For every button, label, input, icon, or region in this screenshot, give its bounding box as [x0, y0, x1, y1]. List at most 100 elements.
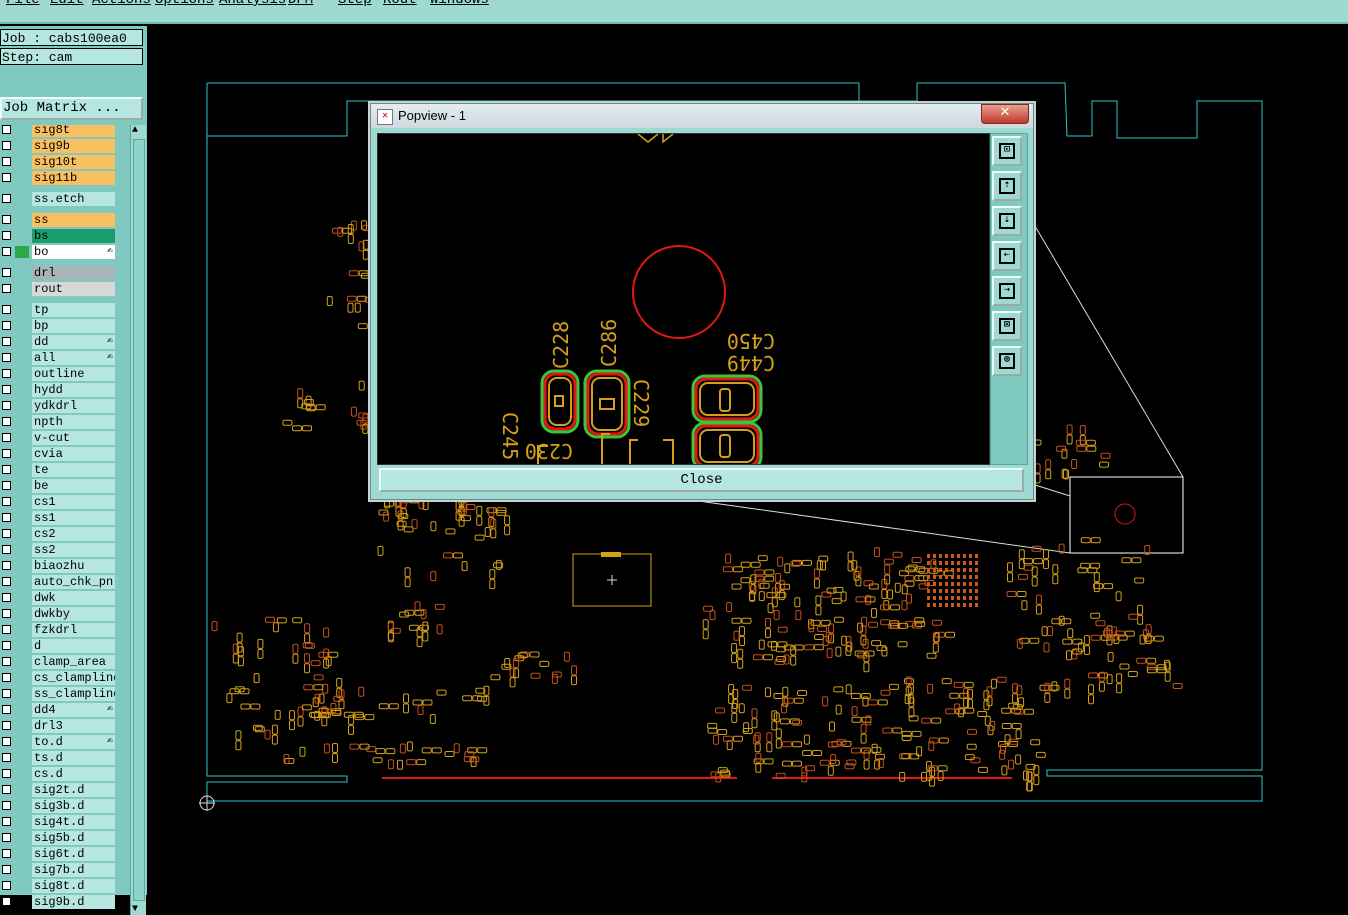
layer-row-drl3[interactable]: drl3: [0, 718, 116, 734]
layer-checkbox[interactable]: [2, 157, 11, 166]
menu-dfm[interactable]: DFM: [288, 0, 313, 8]
layer-row-v-cut[interactable]: v-cut: [0, 430, 116, 446]
close-button[interactable]: Close: [379, 468, 1024, 492]
layer-row-rout[interactable]: rout: [0, 281, 116, 297]
scroll-up-icon[interactable]: ▲: [132, 125, 138, 136]
layer-row-fzkdrl[interactable]: fzkdrl: [0, 622, 116, 638]
layer-row-hydd[interactable]: hydd: [0, 382, 116, 398]
layer-checkbox[interactable]: [2, 268, 11, 277]
layer-checkbox[interactable]: [2, 545, 11, 554]
layer-checkbox[interactable]: [2, 231, 11, 240]
layer-row-dwk[interactable]: dwk: [0, 590, 116, 606]
layer-checkbox[interactable]: [2, 481, 11, 490]
layer-row-npth[interactable]: npth: [0, 414, 116, 430]
layer-checkbox[interactable]: [2, 465, 11, 474]
layer-checkbox[interactable]: [2, 353, 11, 362]
layer-row-ss.etch[interactable]: ss.etch: [0, 191, 116, 207]
layer-checkbox[interactable]: [2, 801, 11, 810]
layer-checkbox[interactable]: [2, 449, 11, 458]
layer-checkbox[interactable]: [2, 433, 11, 442]
pan-down-button[interactable]: ⇣: [992, 206, 1022, 236]
layer-row-drl[interactable]: drl: [0, 265, 116, 281]
layer-row-te[interactable]: te: [0, 462, 116, 478]
layer-checkbox[interactable]: [2, 194, 11, 203]
layer-checkbox[interactable]: [2, 721, 11, 730]
layer-row-be[interactable]: be: [0, 478, 116, 494]
layer-row-bo[interactable]: bo ✍: [0, 244, 116, 260]
layer-checkbox[interactable]: [2, 215, 11, 224]
layer-row-cvia[interactable]: cvia: [0, 446, 116, 462]
layer-row-bs[interactable]: bs: [0, 228, 116, 244]
pan-up-button[interactable]: ⇡: [992, 171, 1022, 201]
layer-checkbox[interactable]: [2, 641, 11, 650]
layer-row-sig5b.d[interactable]: sig5b.d: [0, 830, 116, 846]
layer-row-sig3b.d[interactable]: sig3b.d: [0, 798, 116, 814]
layer-row-sig9b.d[interactable]: sig9b.d: [0, 894, 116, 910]
layer-checkbox[interactable]: [2, 337, 11, 346]
layer-checkbox[interactable]: [2, 513, 11, 522]
layer-checkbox[interactable]: [2, 497, 11, 506]
layer-checkbox[interactable]: [2, 247, 11, 256]
layer-row-biaozhu[interactable]: biaozhu: [0, 558, 116, 574]
layer-checkbox[interactable]: [2, 657, 11, 666]
layer-row-ss1[interactable]: ss1: [0, 510, 116, 526]
menu-rout[interactable]: Rout: [383, 0, 417, 8]
layer-row-sig8t[interactable]: sig8t: [0, 125, 116, 138]
layer-row-ss_clampline[interactable]: ss_clampline: [0, 686, 116, 702]
layer-row-dwkby[interactable]: dwkby: [0, 606, 116, 622]
layer-checkbox[interactable]: [2, 529, 11, 538]
layer-checkbox[interactable]: [2, 785, 11, 794]
layer-row-auto_chk_pnl[interactable]: auto_chk_pnl: [0, 574, 116, 590]
layer-row-tp[interactable]: tp: [0, 302, 116, 318]
popview-titlebar[interactable]: ✕ Popview - 1 ✕: [371, 104, 1033, 128]
layer-checkbox[interactable]: [2, 561, 11, 570]
layer-checkbox[interactable]: [2, 705, 11, 714]
menu-analysis[interactable]: Analysis: [219, 0, 286, 8]
zoom-in-button[interactable]: ⊕: [992, 346, 1022, 376]
layer-checkbox[interactable]: [2, 577, 11, 586]
layer-row-sig7b.d[interactable]: sig7b.d: [0, 862, 116, 878]
menu-options[interactable]: Options: [155, 0, 214, 8]
layer-row-sig4t.d[interactable]: sig4t.d: [0, 814, 116, 830]
job-matrix-button[interactable]: Job Matrix ...: [0, 97, 143, 120]
scroll-thumb[interactable]: [133, 139, 145, 901]
layer-row-sig6t.d[interactable]: sig6t.d: [0, 846, 116, 862]
layer-row-d[interactable]: d: [0, 638, 116, 654]
pan-left-button[interactable]: ⇠: [992, 241, 1022, 271]
menu-windows[interactable]: Windows: [430, 0, 489, 8]
layer-checkbox[interactable]: [2, 753, 11, 762]
layer-row-cs2[interactable]: cs2: [0, 526, 116, 542]
menu-file[interactable]: File: [6, 0, 40, 8]
zoom-out-button[interactable]: ⊠: [992, 311, 1022, 341]
layer-row-ts.d[interactable]: ts.d: [0, 750, 116, 766]
menu-actions[interactable]: Actions: [92, 0, 151, 8]
layer-checkbox[interactable]: [2, 849, 11, 858]
layer-checkbox[interactable]: [2, 769, 11, 778]
layer-row-sig11b[interactable]: sig11b: [0, 170, 116, 186]
layer-row-sig9b[interactable]: sig9b: [0, 138, 116, 154]
layer-row-outline[interactable]: outline: [0, 366, 116, 382]
scroll-down-icon[interactable]: ▼: [132, 904, 138, 915]
layer-row-all[interactable]: all ✍: [0, 350, 116, 366]
layer-checkbox[interactable]: [2, 737, 11, 746]
layer-row-clamp_area[interactable]: clamp_area: [0, 654, 116, 670]
layer-row-sig8t.d[interactable]: sig8t.d: [0, 878, 116, 894]
menu-edit[interactable]: Edit: [50, 0, 84, 8]
layer-row-sig10t[interactable]: sig10t: [0, 154, 116, 170]
zoom-home-button[interactable]: ⊡: [992, 136, 1022, 166]
layer-row-cs1[interactable]: cs1: [0, 494, 116, 510]
layer-row-to.d[interactable]: to.d ✍: [0, 734, 116, 750]
layer-checkbox[interactable]: [2, 401, 11, 410]
layer-checkbox[interactable]: [2, 897, 11, 906]
layer-checkbox[interactable]: [2, 881, 11, 890]
layer-checkbox[interactable]: [2, 125, 11, 134]
layer-checkbox[interactable]: [2, 321, 11, 330]
menu-step[interactable]: Step: [338, 0, 372, 8]
layer-row-ss[interactable]: ss: [0, 212, 116, 228]
layer-checkbox[interactable]: [2, 385, 11, 394]
layer-row-dd[interactable]: dd ✍: [0, 334, 116, 350]
layer-checkbox[interactable]: [2, 284, 11, 293]
layer-row-ss2[interactable]: ss2: [0, 542, 116, 558]
layer-checkbox[interactable]: [2, 689, 11, 698]
window-close-button[interactable]: ✕: [981, 104, 1029, 124]
